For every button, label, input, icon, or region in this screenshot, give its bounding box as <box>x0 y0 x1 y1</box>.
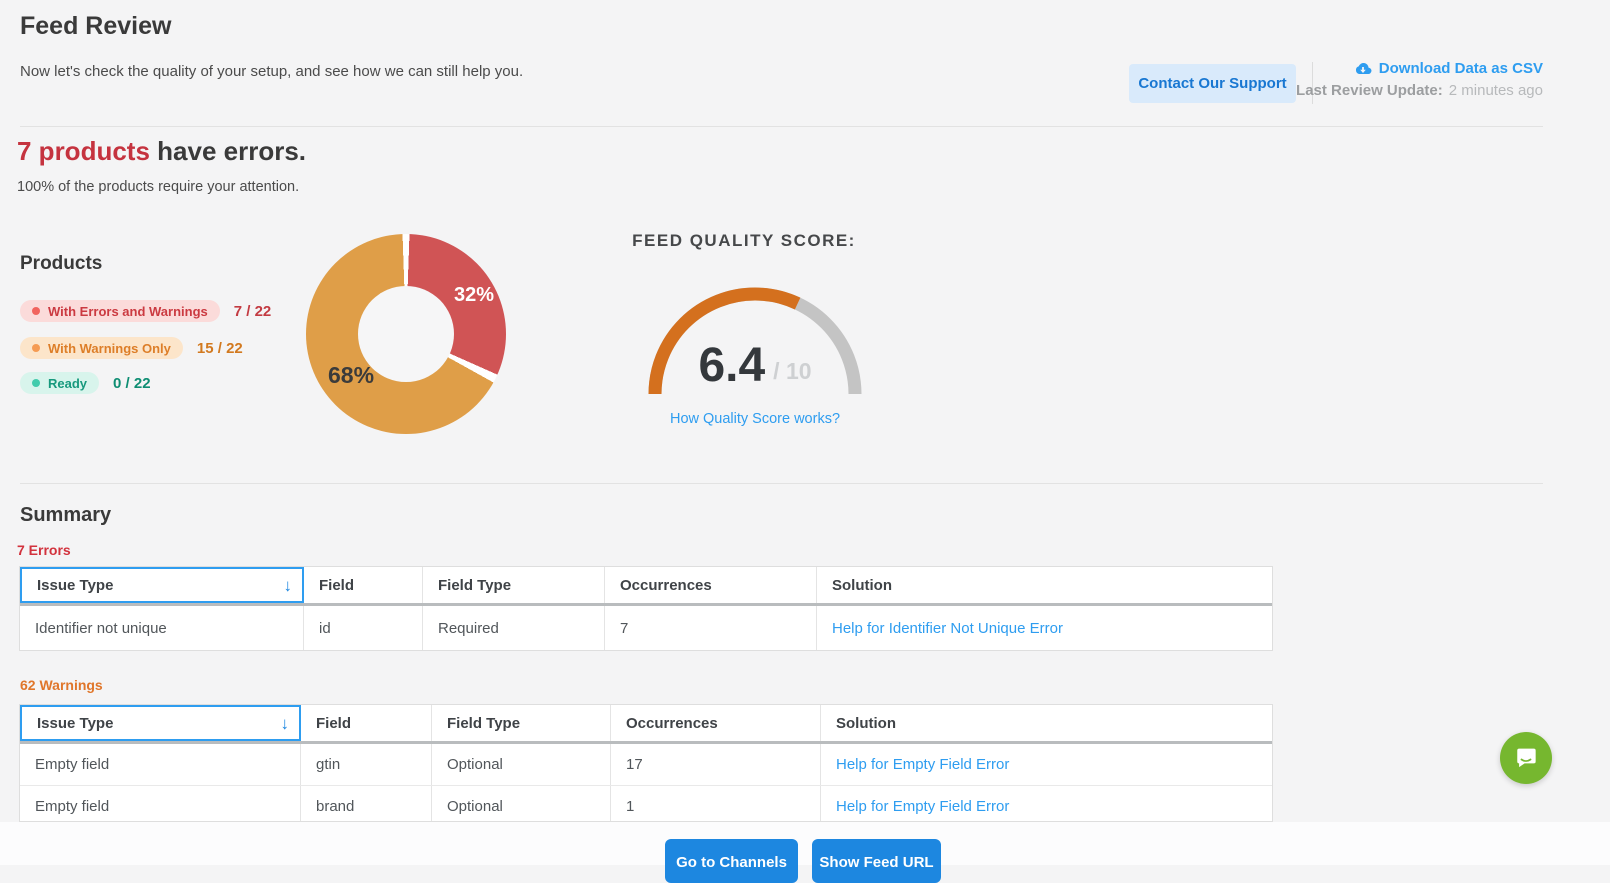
errors-alert-rest: have errors. <box>150 136 306 166</box>
score-number: 6.4 <box>698 342 765 390</box>
quality-score-help-link[interactable]: How Quality Score works? <box>605 411 905 427</box>
column-header-occurrences[interactable]: Occurrences <box>605 567 817 603</box>
cell-occurrences: 1 <box>611 786 821 822</box>
cell-issue-type: Identifier not unique <box>20 606 304 650</box>
errors-alert-heading: 7 products have errors. <box>17 136 306 167</box>
column-header-issue-type[interactable]: Issue Type ↓ <box>20 705 301 741</box>
download-csv-link[interactable]: Download Data as CSV <box>1354 60 1543 77</box>
chat-bubble-icon <box>1513 745 1539 771</box>
sort-descending-icon[interactable]: ↓ <box>284 577 293 594</box>
legend-dot-orange <box>32 344 40 352</box>
column-header-solution: Solution <box>817 567 1272 603</box>
legend-count: 15 / 22 <box>197 340 243 357</box>
table-row: Empty field gtin Optional 17 Help for Em… <box>20 744 1272 785</box>
column-label: Issue Type <box>37 715 113 732</box>
solution-help-link[interactable]: Help for Empty Field Error <box>821 786 1272 822</box>
legend-pill-warnings-only: With Warnings Only <box>20 337 183 359</box>
cell-occurrences: 7 <box>605 606 817 650</box>
cell-issue-type: Empty field <box>20 744 301 785</box>
page-subtitle: Now let's check the quality of your setu… <box>20 63 523 80</box>
donut-label-errors: 32% <box>454 284 494 307</box>
summary-title: Summary <box>20 504 111 527</box>
cell-field-type: Optional <box>432 786 611 822</box>
legend-pill-ready: Ready <box>20 372 99 394</box>
donut-label-warnings: 68% <box>328 362 374 389</box>
errors-table-header: Issue Type ↓ Field Field Type Occurrence… <box>20 567 1272 606</box>
download-csv-label: Download Data as CSV <box>1379 60 1543 77</box>
section-divider-top <box>20 126 1543 127</box>
legend-item-ready: Ready 0 / 22 <box>20 372 151 394</box>
last-review-value: 2 minutes ago <box>1449 82 1543 99</box>
cell-field: id <box>304 606 423 650</box>
cloud-download-icon <box>1354 62 1372 76</box>
legend-dot-red <box>32 307 40 315</box>
legend-label: Ready <box>48 376 87 391</box>
warnings-table-header: Issue Type ↓ Field Field Type Occurrence… <box>20 705 1272 744</box>
errors-table: Issue Type ↓ Field Field Type Occurrence… <box>19 566 1273 651</box>
quality-score-value: 6.4 / 10 <box>605 342 905 390</box>
table-row: Empty field brand Optional 1 Help for Em… <box>20 785 1272 822</box>
section-divider-summary <box>20 483 1543 484</box>
last-review-update: Last Review Update: 2 minutes ago <box>1296 82 1543 99</box>
solution-help-link[interactable]: Help for Identifier Not Unique Error <box>817 606 1272 650</box>
column-header-field[interactable]: Field <box>304 567 423 603</box>
table-row: Identifier not unique id Required 7 Help… <box>20 606 1272 650</box>
cell-field-type: Required <box>423 606 605 650</box>
errors-alert-count: 7 products <box>17 136 150 166</box>
page-title: Feed Review <box>20 12 171 41</box>
legend-item-errors-warnings: With Errors and Warnings 7 / 22 <box>20 300 271 322</box>
warnings-table-heading: 62 Warnings <box>20 677 103 693</box>
cell-field-type: Optional <box>432 744 611 785</box>
solution-help-link[interactable]: Help for Empty Field Error <box>821 744 1272 785</box>
column-label: Issue Type <box>37 577 113 594</box>
legend-label: With Errors and Warnings <box>48 304 208 319</box>
column-header-solution: Solution <box>821 705 1272 741</box>
errors-table-heading: 7 Errors <box>17 542 71 558</box>
column-header-issue-type[interactable]: Issue Type ↓ <box>20 567 304 603</box>
go-to-channels-button[interactable]: Go to Channels <box>665 839 798 883</box>
cell-field: gtin <box>301 744 432 785</box>
column-header-field-type[interactable]: Field Type <box>423 567 605 603</box>
sort-descending-icon[interactable]: ↓ <box>281 715 290 732</box>
warnings-table: Issue Type ↓ Field Field Type Occurrence… <box>19 704 1273 822</box>
last-review-label: Last Review Update: <box>1296 82 1443 99</box>
footer-action-bar <box>0 822 1610 865</box>
cell-occurrences: 17 <box>611 744 821 785</box>
errors-alert-subtext: 100% of the products require your attent… <box>17 179 299 195</box>
feed-quality-score-title: FEED QUALITY SCORE: <box>584 231 904 251</box>
legend-count: 7 / 22 <box>234 303 272 320</box>
chat-widget-button[interactable] <box>1500 732 1552 784</box>
legend-count: 0 / 22 <box>113 375 151 392</box>
legend-pill-errors-warnings: With Errors and Warnings <box>20 300 220 322</box>
cell-field: brand <box>301 786 432 822</box>
cell-issue-type: Empty field <box>20 786 301 822</box>
column-header-field[interactable]: Field <box>301 705 432 741</box>
score-denominator: / 10 <box>773 358 811 390</box>
contact-support-button[interactable]: Contact Our Support <box>1129 64 1296 103</box>
legend-dot-teal <box>32 379 40 387</box>
column-header-occurrences[interactable]: Occurrences <box>611 705 821 741</box>
show-feed-url-button[interactable]: Show Feed URL <box>812 839 941 883</box>
products-donut-chart: 32% 68% <box>306 234 506 434</box>
products-panel-title: Products <box>20 253 102 275</box>
legend-item-warnings-only: With Warnings Only 15 / 22 <box>20 337 243 359</box>
column-header-field-type[interactable]: Field Type <box>432 705 611 741</box>
legend-label: With Warnings Only <box>48 341 171 356</box>
